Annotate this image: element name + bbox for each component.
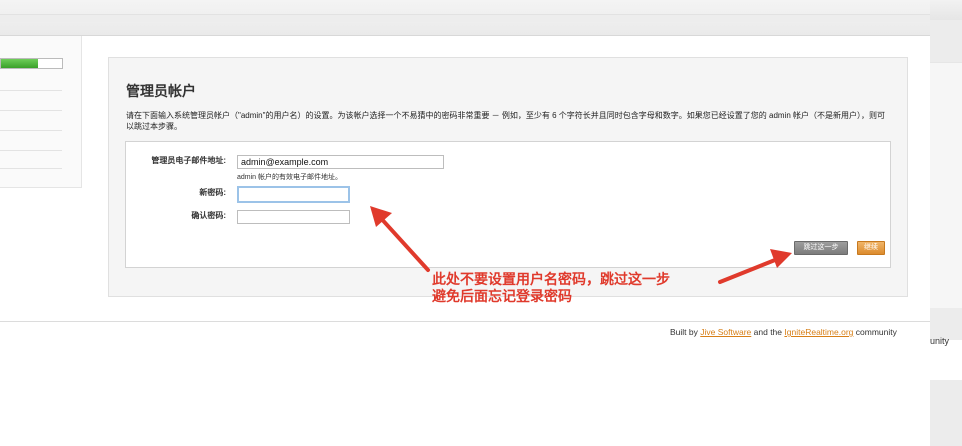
annotation-note: 此处不要设置用户名密码，跳过这一步 避免后面忘记登录密码 — [432, 272, 670, 306]
jive-software-link[interactable]: Jive Software — [700, 327, 751, 337]
footer-credits: Built by Jive Software and the IgniteRea… — [670, 327, 897, 337]
footer-community: community — [855, 327, 897, 337]
footer-built-by: Built by — [670, 327, 698, 337]
annotation-arrows — [370, 206, 792, 284]
annotation-line-2: 避免后面忘记登录密码 — [432, 289, 572, 305]
arrow-to-password-icon — [370, 206, 430, 272]
footer-divider — [0, 321, 930, 322]
arrow-to-skip-button-icon — [718, 249, 792, 284]
footer-and-the: and the — [753, 327, 783, 337]
igniterealtime-link[interactable]: IgniteRealtime.org — [784, 327, 853, 337]
annotation-line-1: 此处不要设置用户名密码，跳过这一步 — [432, 272, 670, 288]
